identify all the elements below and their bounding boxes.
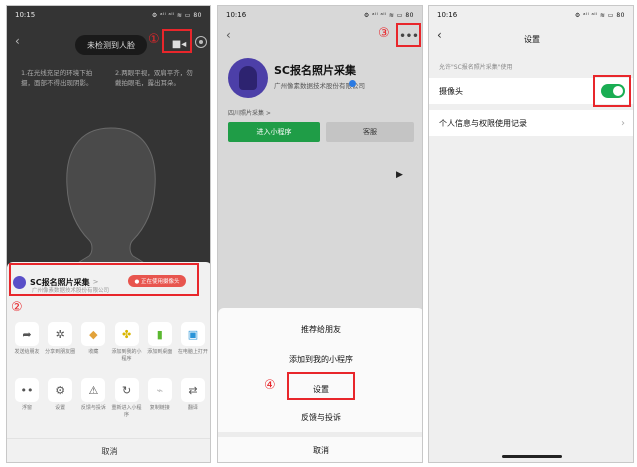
cancel-button[interactable]: 取消 (7, 438, 210, 462)
cell-label: 添加到桌面 (147, 349, 173, 355)
face-status-pill: 未检测到人脸 (75, 35, 147, 55)
customer-service-button[interactable]: 客服 (326, 122, 414, 142)
tip-left: 1.在光线充足的环境下拍摄，面部不得出现阴影。 (21, 69, 93, 87)
cell-label: 在电脑上打开 (177, 349, 208, 355)
camera-label: 摄像头 (439, 86, 463, 96)
menu-item-recommend[interactable]: 推荐给朋友 (218, 316, 422, 342)
share-cell[interactable]: ⚙ 设置 (44, 378, 76, 418)
program-tag[interactable]: 四川照片采集 > (228, 108, 271, 117)
status-bar: 10:15 ⚙ ᵃᴵˡ ᵃᴵˡ ≋ ▭ 80 (7, 6, 210, 24)
share-row-1: ➦ 发送给朋友 ✲ 分享到朋友圈 ◆ 收藏 ✤ 添加到我的小程序 ▮ 添加到桌面 ▣ 在电脑… (11, 322, 209, 362)
cell-label: 浮窗 (21, 405, 32, 411)
share-row-2: •• 浮窗 ⚙ 设置 ⚠ 反馈与投诉 ↻ 重新进入小程序 ⌁ 复制链接 ⇄ 翻译 (11, 378, 209, 418)
privacy-record-row[interactable]: 个人信息与权限使用记录 › (429, 110, 633, 136)
highlight-more-button (396, 23, 421, 47)
cell-label: 重新进入小程序 (111, 405, 142, 418)
forward-icon: ➦ (15, 322, 39, 346)
phone-screen-camera: 10:15 ⚙ ᵃᴵˡ ᵃᴵˡ ≋ ▭ 80 ‹ 未检测到人脸 ① ■◂ 1.在… (6, 5, 211, 463)
status-bar: 10:16 ⚙ ᵃᴵˡ ᵃᴵˡ ≋ ▭ 80 (429, 6, 633, 24)
favorite-icon: ◆ (81, 322, 106, 346)
share-cell[interactable]: ◆ 收藏 (77, 322, 109, 362)
permission-section-label: 允许"SC报名照片采集"使用 (439, 64, 513, 71)
action-menu: 推荐给朋友 添加到我的小程序 ④ 设置 反馈与投诉 取消 (218, 308, 422, 462)
link-icon: ⌁ (147, 378, 172, 402)
settings-icon: ⚙ (48, 378, 73, 402)
status-time: 10:16 (226, 11, 247, 19)
step-marker-2: ② (11, 300, 23, 315)
warning-icon: ⚠ (81, 378, 106, 402)
home-indicator (502, 455, 562, 458)
share-cell[interactable]: ⚠ 反馈与投诉 (77, 378, 109, 418)
phone-screen-program-info: 10:16 ⚙ ᵃᴵˡ ᵃᴵˡ ≋ ▭ 80 ‹ ③ ••• SC报名照片采集 … (217, 5, 423, 463)
program-name: SC报名照片采集 (274, 64, 356, 77)
cell-label: 反馈与投诉 (80, 405, 106, 411)
program-avatar (228, 58, 268, 98)
float-window-icon: •• (15, 378, 39, 402)
phone-screen-settings: 10:16 ⚙ ᵃᴵˡ ᵃᴵˡ ≋ ▭ 80 ‹ 设置 允许"SC报名照片采集"… (428, 5, 634, 463)
back-icon[interactable]: ‹ (15, 34, 20, 48)
computer-icon: ▣ (180, 322, 205, 346)
moments-icon: ✲ (48, 322, 73, 346)
highlight-settings-item (287, 372, 355, 400)
mini-program-icon: ✤ (114, 322, 139, 346)
page-title: 设置 (524, 35, 540, 44)
share-cell[interactable]: ↻ 重新进入小程序 (111, 378, 143, 418)
desktop-icon: ▮ (147, 322, 172, 346)
status-icons: ⚙ ᵃᴵˡ ᵃᴵˡ ≋ ▭ 80 (363, 11, 414, 19)
share-cell[interactable]: ▮ 添加到桌面 (144, 322, 176, 362)
record-icon[interactable] (195, 36, 207, 48)
pointer-cursor-icon: ▶ (396, 170, 403, 180)
menu-item-feedback[interactable]: 反馈与投诉 (218, 404, 422, 430)
highlight-app-header (9, 263, 199, 296)
share-cell[interactable]: ✲ 分享到朋友圈 (44, 322, 76, 362)
back-icon[interactable]: ‹ (226, 28, 231, 42)
chevron-right-icon: › (621, 117, 625, 129)
status-icons: ⚙ ᵃᴵˡ ᵃᴵˡ ≋ ▭ 80 (574, 11, 625, 19)
share-sheet: SC报名照片采集 > 广州像素数据技术股份有限公司 ● 正在使用摄像头 ② ➦ 发… (7, 262, 210, 462)
menu-item-cancel[interactable]: 取消 (218, 437, 422, 462)
status-time: 10:15 (15, 11, 36, 19)
cell-label: 复制链接 (149, 405, 170, 411)
cell-label: 分享到朋友圈 (45, 349, 76, 355)
reload-icon: ↻ (114, 378, 139, 402)
share-cell[interactable]: ⌁ 复制链接 (144, 378, 176, 418)
verified-icon (349, 80, 356, 87)
cell-label: 收藏 (88, 349, 99, 355)
highlight-camera-button (162, 29, 192, 53)
share-cell[interactable]: ✤ 添加到我的小程序 (111, 322, 143, 362)
tip-right: 2.两眼平视，双肩平齐，勿戴拍眼毛，露出耳朵。 (115, 69, 193, 87)
share-cell[interactable]: ▣ 在电脑上打开 (177, 322, 209, 362)
translate-icon: ⇄ (180, 378, 205, 402)
share-cell[interactable]: ➦ 发送给朋友 (11, 322, 43, 362)
enter-program-button[interactable]: 进入小程序 (228, 122, 320, 142)
cell-label: 设置 (55, 405, 66, 411)
cell-label: 翻译 (187, 405, 198, 411)
menu-item-add-my-program[interactable]: 添加到我的小程序 (218, 346, 422, 372)
share-cell[interactable]: •• 浮窗 (11, 378, 43, 418)
status-time: 10:16 (437, 11, 458, 19)
highlight-camera-toggle (593, 75, 631, 107)
cell-label: 添加到我的小程序 (111, 349, 142, 362)
status-bar: 10:16 ⚙ ᵃᴵˡ ᵃᴵˡ ≋ ▭ 80 (218, 6, 422, 24)
cell-label: 发送给朋友 (14, 349, 40, 355)
privacy-label: 个人信息与权限使用记录 (439, 118, 527, 128)
share-cell[interactable]: ⇄ 翻译 (177, 378, 209, 418)
status-icons: ⚙ ᵃᴵˡ ᵃᴵˡ ≋ ▭ 80 (151, 11, 202, 19)
step-marker-1: ① (148, 32, 160, 47)
step-marker-3: ③ (378, 26, 390, 41)
